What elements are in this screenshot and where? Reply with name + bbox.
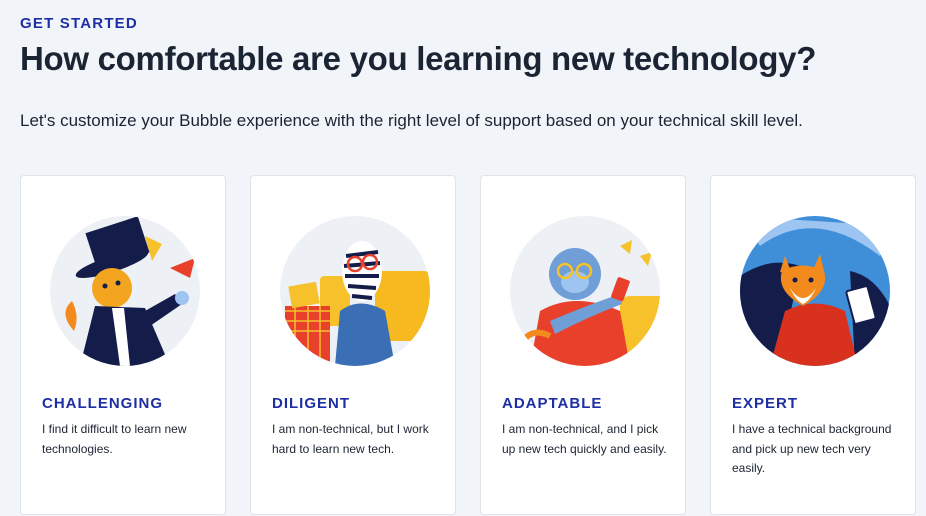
zebra-reading-illustration — [280, 216, 430, 366]
option-description: I am non-technical, and I pick up new te… — [502, 422, 667, 456]
eyebrow-label: GET STARTED — [20, 15, 138, 32]
magician-cat-illustration — [50, 216, 200, 366]
option-card-diligent[interactable]: DILIGENT I am non-technical, but I work … — [250, 175, 456, 515]
option-title: CHALLENGING — [42, 395, 163, 412]
option-card-challenging[interactable]: CHALLENGING I find it difficult to learn… — [20, 175, 226, 515]
option-card-expert[interactable]: EXPERT I have a technical background and… — [710, 175, 916, 515]
option-card-adaptable[interactable]: ADAPTABLE I am non-technical, and I pick… — [480, 175, 686, 515]
option-title: ADAPTABLE — [502, 395, 603, 412]
fox-laptop-illustration — [740, 216, 890, 366]
monkey-phone-illustration — [510, 216, 660, 366]
option-title: DILIGENT — [272, 395, 350, 412]
option-description: I am non-technical, but I work hard to l… — [272, 422, 429, 456]
page-title: How comfortable are you learning new tec… — [20, 40, 817, 77]
option-title: EXPERT — [732, 395, 799, 412]
option-description: I have a technical background and pick u… — [732, 422, 892, 475]
option-description: I find it difficult to learn new technol… — [42, 422, 187, 456]
page-subtitle: Let's customize your Bubble experience w… — [20, 111, 803, 130]
